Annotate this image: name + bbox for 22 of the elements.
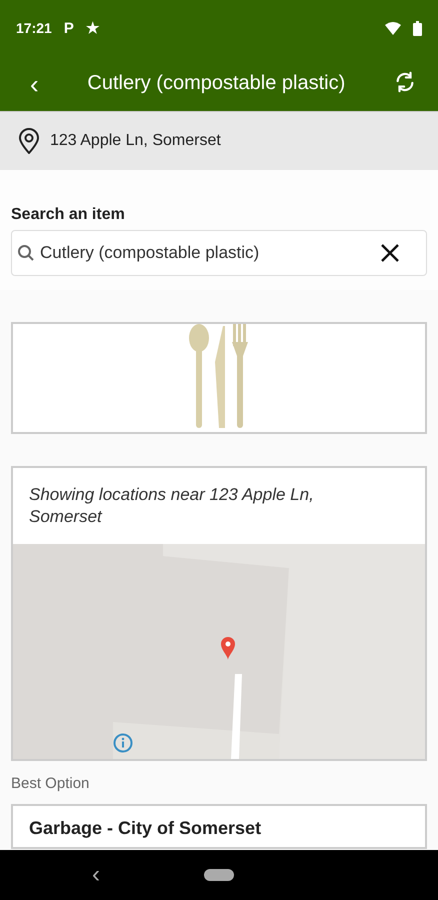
screen-title: Cutlery (compostable plastic)	[86, 72, 346, 95]
search-icon	[17, 244, 35, 262]
notification-icon: ★	[86, 19, 99, 37]
option-card[interactable]: Garbage - City of Somerset	[11, 804, 427, 850]
status-time: 17:21	[16, 20, 52, 36]
search-field[interactable]: Cutlery (compostable plastic)	[11, 230, 427, 276]
map-caption: Showing locations near 123 Apple Ln, Somerset	[28, 484, 315, 528]
close-icon	[380, 243, 400, 263]
search-label: Search an item	[11, 206, 126, 224]
refresh-icon	[394, 70, 416, 92]
option-title: Garbage - City of Somerset	[29, 818, 262, 840]
wifi-icon	[385, 22, 401, 34]
notification-icon: P	[64, 20, 74, 36]
back-button[interactable]: ‹	[86, 860, 106, 890]
battery-icon	[413, 20, 422, 36]
back-button[interactable]: ‹	[22, 70, 47, 96]
home-button[interactable]	[204, 869, 234, 881]
info-icon[interactable]	[113, 733, 133, 754]
section-heading: Best Option	[10, 774, 90, 794]
location-pin-icon	[18, 128, 40, 154]
clear-button[interactable]	[379, 242, 401, 264]
location-address: 123 Apple Ln, Somerset	[50, 132, 221, 150]
